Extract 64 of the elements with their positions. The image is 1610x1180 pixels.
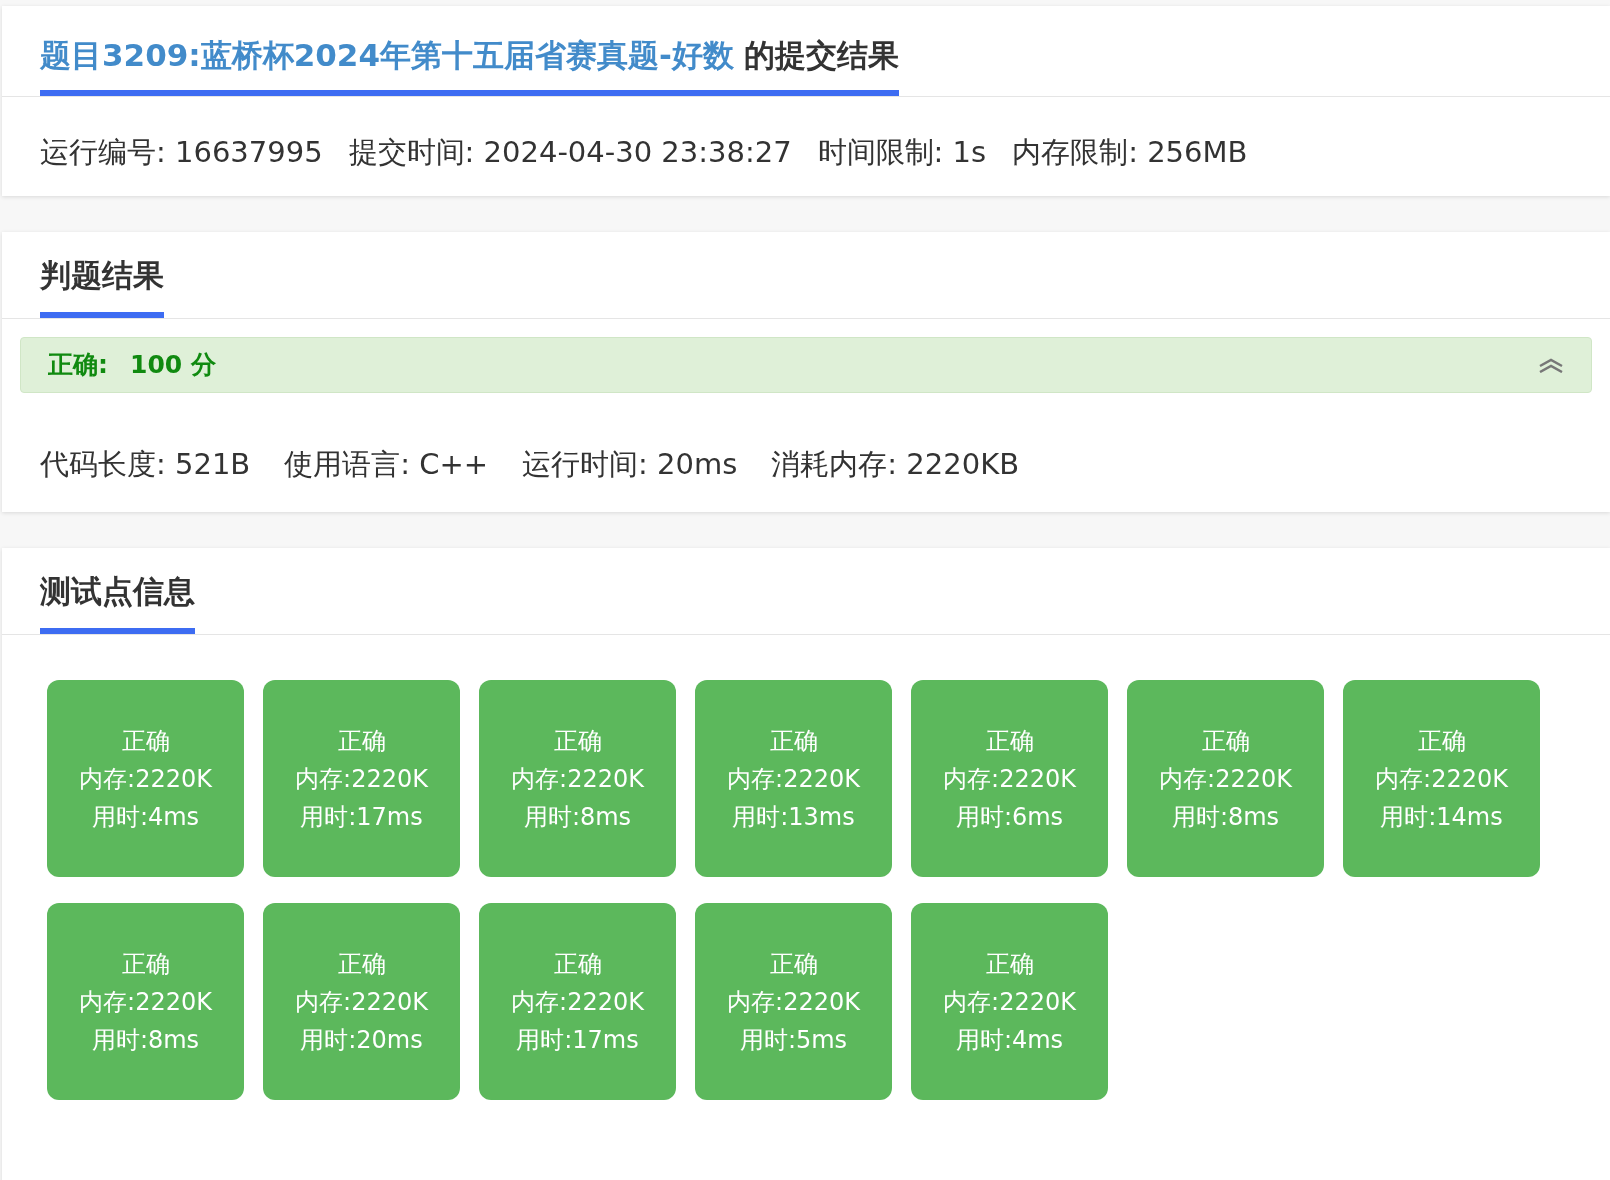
judge-stat: 使用语言: C++ bbox=[284, 446, 489, 483]
problem-link[interactable]: 题目3209:蓝桥杯2024年第十五届省赛真题-好数 bbox=[40, 34, 734, 76]
test-case-tile[interactable]: 正确 内存:2220K 用时:17ms bbox=[263, 680, 460, 877]
test-time: 用时:8ms bbox=[1171, 801, 1280, 833]
test-time: 用时:5ms bbox=[739, 1024, 848, 1056]
test-case-tile[interactable]: 正确 内存:2220K 用时:20ms bbox=[263, 903, 460, 1100]
chevron-icon bbox=[1538, 357, 1564, 373]
test-memory: 内存:2220K bbox=[727, 763, 860, 795]
judge-stat: 代码长度: 521B bbox=[40, 446, 251, 483]
test-memory: 内存:2220K bbox=[727, 986, 860, 1018]
submission-info: 时间限制: 1s bbox=[817, 134, 987, 171]
test-time: 用时:13ms bbox=[732, 801, 855, 833]
test-case-tile[interactable]: 正确 内存:2220K 用时:8ms bbox=[479, 680, 676, 877]
submission-info: 提交时间: 2024-04-30 23:38:27 bbox=[348, 134, 792, 171]
test-status: 正确 bbox=[337, 948, 386, 980]
test-time: 用时:14ms bbox=[1380, 801, 1503, 833]
test-memory: 内存:2220K bbox=[1375, 763, 1508, 795]
test-memory: 内存:2220K bbox=[79, 763, 212, 795]
test-time: 用时:4ms bbox=[91, 801, 200, 833]
test-memory: 内存:2220K bbox=[1159, 763, 1292, 795]
test-case-tile[interactable]: 正确 内存:2220K 用时:4ms bbox=[911, 903, 1108, 1100]
verdict-label: 正确: bbox=[48, 349, 108, 382]
test-status: 正确 bbox=[1417, 725, 1466, 757]
judge-stat: 运行时间: 20ms bbox=[522, 446, 738, 483]
test-case-tile[interactable]: 正确 内存:2220K 用时:5ms bbox=[695, 903, 892, 1100]
test-memory: 内存:2220K bbox=[943, 763, 1076, 795]
verdict-bar[interactable]: 正确: 100 分 bbox=[20, 337, 1592, 393]
test-memory: 内存:2220K bbox=[943, 986, 1076, 1018]
test-status: 正确 bbox=[337, 725, 386, 757]
test-memory: 内存:2220K bbox=[295, 986, 428, 1018]
page-title: 的提交结果 bbox=[743, 36, 899, 75]
test-memory: 内存:2220K bbox=[295, 763, 428, 795]
section-heading: 测试点信息 bbox=[40, 573, 195, 609]
test-status: 正确 bbox=[769, 725, 818, 757]
test-time: 用时:6ms bbox=[955, 801, 1064, 833]
test-time: 用时:8ms bbox=[91, 1024, 200, 1056]
test-case-tile[interactable]: 正确 内存:2220K 用时:14ms bbox=[1343, 680, 1540, 877]
test-time: 用时:17ms bbox=[300, 801, 423, 833]
verdict-score: 100 分 bbox=[130, 349, 216, 382]
test-status: 正确 bbox=[121, 725, 170, 757]
test-case-tile[interactable]: 正确 内存:2220K 用时:6ms bbox=[911, 680, 1108, 877]
submission-info: 内存限制: 256MB bbox=[1012, 134, 1248, 171]
section-heading: 判题结果 bbox=[40, 257, 164, 293]
test-time: 用时:8ms bbox=[523, 801, 632, 833]
test-time: 用时:17ms bbox=[516, 1024, 639, 1056]
test-case-tile[interactable]: 正确 内存:2220K 用时:17ms bbox=[479, 903, 676, 1100]
test-memory: 内存:2220K bbox=[511, 986, 644, 1018]
test-status: 正确 bbox=[1201, 725, 1250, 757]
test-status: 正确 bbox=[985, 948, 1034, 980]
test-status: 正确 bbox=[121, 948, 170, 980]
test-status: 正确 bbox=[553, 948, 602, 980]
test-case-tile[interactable]: 正确 内存:2220K 用时:4ms bbox=[47, 680, 244, 877]
test-time: 用时:20ms bbox=[300, 1024, 423, 1056]
test-memory: 内存:2220K bbox=[511, 763, 644, 795]
test-memory: 内存:2220K bbox=[79, 986, 212, 1018]
test-status: 正确 bbox=[769, 948, 818, 980]
test-time: 用时:4ms bbox=[955, 1024, 1064, 1056]
test-status: 正确 bbox=[985, 725, 1034, 757]
test-case-tile[interactable]: 正确 内存:2220K 用时:8ms bbox=[1127, 680, 1324, 877]
test-case-tile[interactable]: 正确 内存:2220K 用时:8ms bbox=[47, 903, 244, 1100]
judge-stat: 消耗内存: 2220KB bbox=[771, 446, 1020, 483]
test-case-tile[interactable]: 正确 内存:2220K 用时:13ms bbox=[695, 680, 892, 877]
submission-info: 运行编号: 16637995 bbox=[40, 134, 323, 171]
test-status: 正确 bbox=[553, 725, 602, 757]
